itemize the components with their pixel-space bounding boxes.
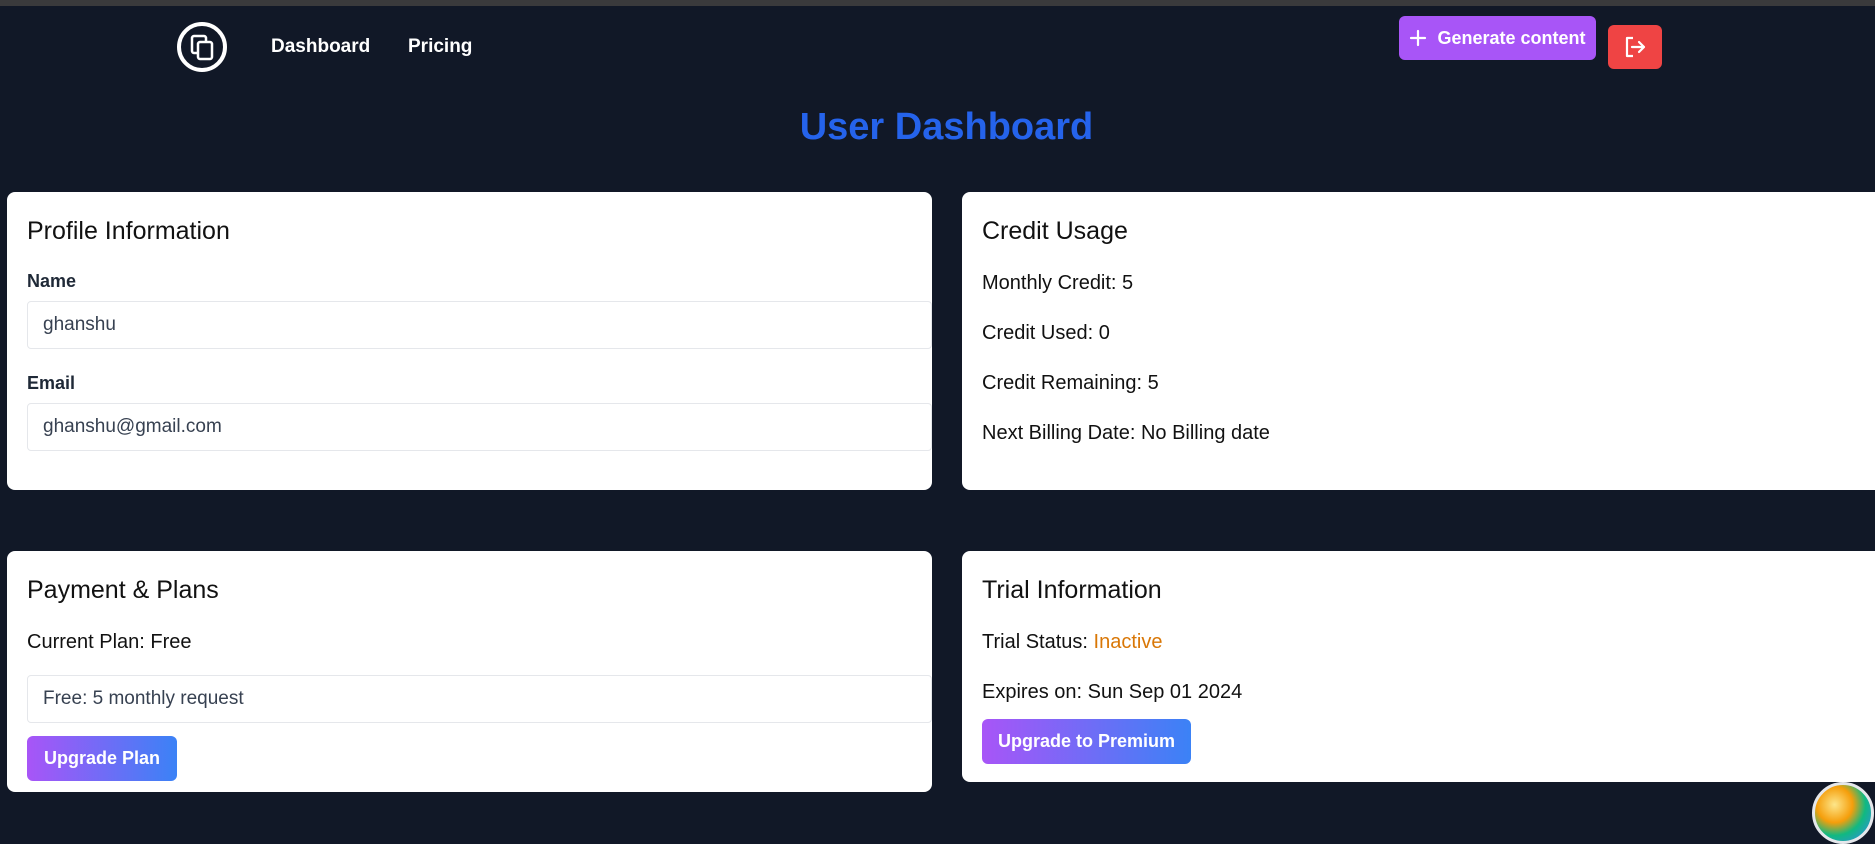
trial-heading: Trial Information <box>982 576 1162 604</box>
nav-link-pricing[interactable]: Pricing <box>408 36 472 58</box>
plan-select[interactable] <box>27 675 932 723</box>
trial-status-text: Trial Status: Inactive <box>982 631 1162 654</box>
floating-avatar[interactable] <box>1812 782 1874 844</box>
email-label: Email <box>27 373 76 393</box>
credit-remaining-text: Credit Remaining: 5 <box>982 372 1159 394</box>
trial-status-badge: Inactive <box>1093 631 1163 653</box>
email-input[interactable] <box>27 403 932 451</box>
logout-button[interactable] <box>1608 25 1662 69</box>
name-label: Name <box>27 271 77 291</box>
page-title: User Dashboard <box>799 106 1094 148</box>
trial-information-card: Trial Information Trial Status: Inactive… <box>962 551 1875 782</box>
trial-status-label: Trial Status: <box>982 631 1094 653</box>
profile-heading: Profile Information <box>27 217 230 245</box>
next-billing-text: Next Billing Date: No Billing date <box>982 422 1270 444</box>
credit-heading: Credit Usage <box>982 217 1128 245</box>
nav-link-dashboard[interactable]: Dashboard <box>271 36 370 58</box>
profile-card: Profile Information Name Email <box>7 192 932 490</box>
logo[interactable] <box>177 22 227 72</box>
payment-plans-card: Payment & Plans Current Plan: Free Upgra… <box>7 551 932 792</box>
trial-expires-text: Expires on: Sun Sep 01 2024 <box>982 681 1243 703</box>
monthly-credit-text: Monthly Credit: 5 <box>982 272 1134 294</box>
plus-icon <box>1410 29 1427 47</box>
credit-usage-card: Credit Usage Monthly Credit: 5 Credit Us… <box>962 192 1875 490</box>
copy-icon <box>190 34 214 61</box>
upgrade-plan-button[interactable]: Upgrade Plan <box>27 736 177 781</box>
generate-content-label: Generate content <box>1437 27 1586 48</box>
credit-used-text: Credit Used: 0 <box>982 322 1110 344</box>
generate-content-button[interactable]: Generate content <box>1399 16 1596 60</box>
current-plan-text: Current Plan: Free <box>27 631 192 653</box>
logout-icon <box>1625 36 1646 58</box>
name-input[interactable] <box>27 301 932 349</box>
upgrade-premium-button[interactable]: Upgrade to Premium <box>982 719 1191 764</box>
browser-top-strip <box>0 0 1875 6</box>
payment-heading: Payment & Plans <box>27 576 219 604</box>
